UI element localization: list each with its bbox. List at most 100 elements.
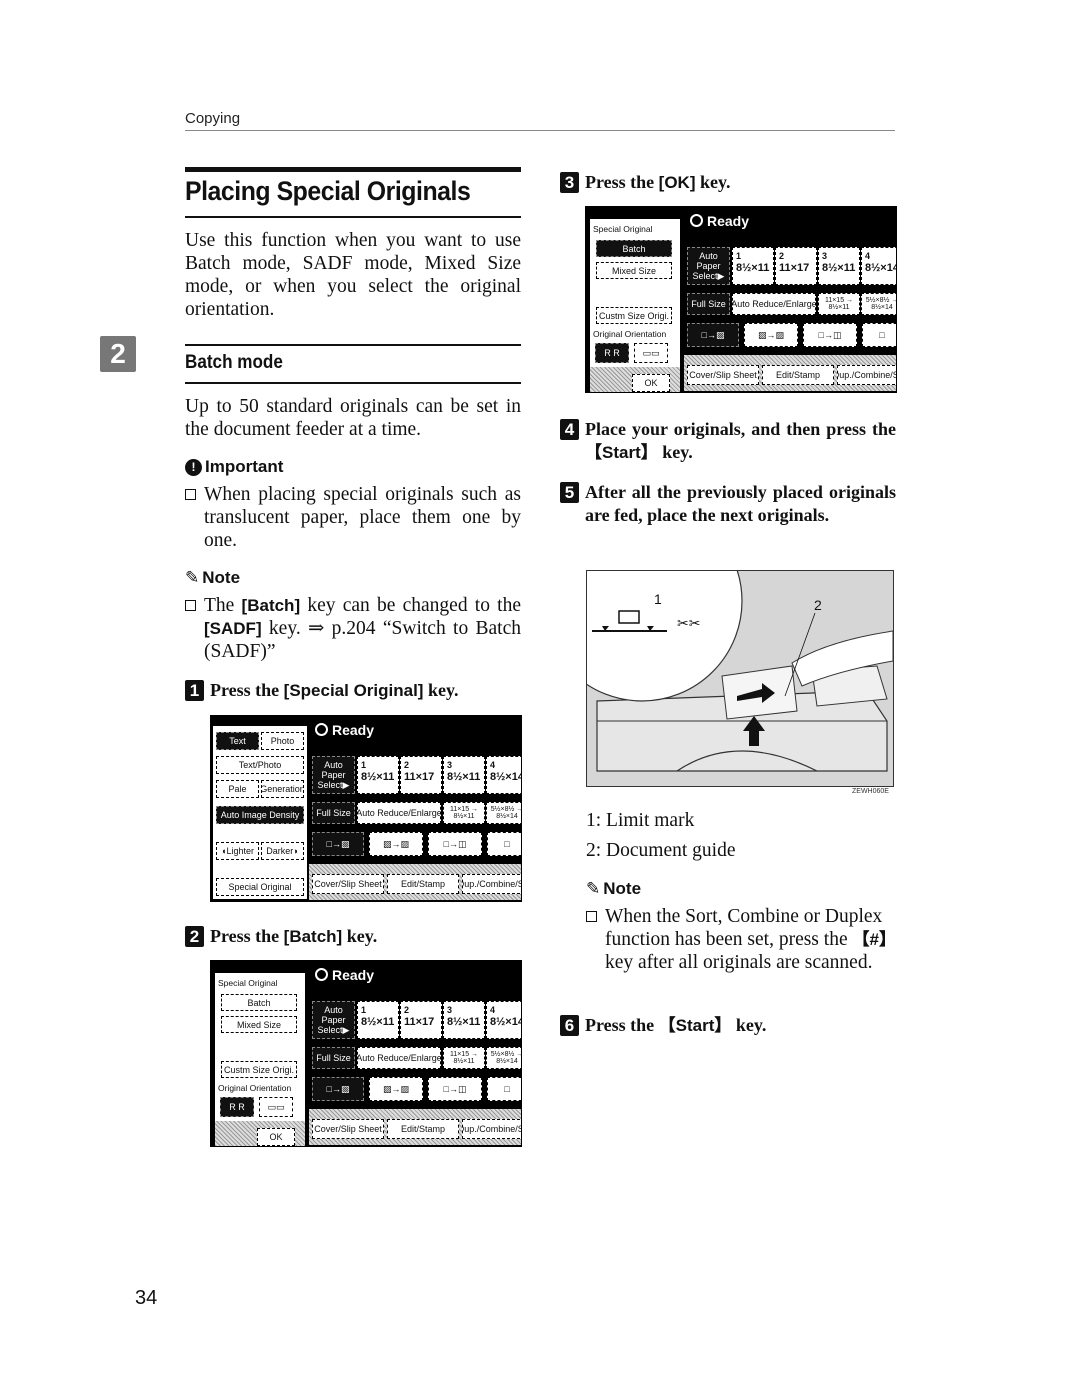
full-size-button[interactable]: Full Size <box>312 1047 355 1069</box>
auto-reduce-enlarge-button[interactable]: Auto Reduce/Enlarge <box>357 802 441 824</box>
orientation-landscape-button[interactable]: ▭▭ <box>259 1097 293 1117</box>
full-size-button[interactable]: Full Size <box>687 293 730 315</box>
orientation-label: Original Orientation <box>218 1083 292 1093</box>
auto-image-density-button[interactable]: Auto Image Density <box>216 806 304 824</box>
duplex-1to2-button[interactable]: □→▨ <box>312 1077 364 1101</box>
header-rule <box>185 130 895 131</box>
edit-stamp-button[interactable]: Edit/Stamp <box>387 874 459 894</box>
note-label: Note <box>603 879 642 898</box>
ratio-button-1[interactable]: 11×15 → 8½×11 <box>443 802 485 824</box>
ready-icon <box>315 968 328 981</box>
page-title: Placing Special Originals <box>185 176 471 206</box>
status-ready: Ready <box>690 213 749 229</box>
copier-panel-batch-selected: Special Original Batch Mixed Size Custm … <box>585 206 897 393</box>
cover-slip-sheet-button[interactable]: Cover/Slip Sheet <box>312 1119 384 1139</box>
pale-button[interactable]: Pale <box>216 780 259 798</box>
combine-button[interactable]: □→◫ <box>428 1077 482 1101</box>
orientation-portrait-button[interactable]: R R <box>595 343 629 363</box>
tray-1-button[interactable]: 1 8½×11 <box>357 1001 399 1039</box>
orientation-landscape-button[interactable]: ▭▭ <box>634 343 668 363</box>
auto-paper-select-button[interactable]: Auto Paper Select▶ <box>312 1001 355 1039</box>
full-size-button[interactable]: Full Size <box>312 802 355 824</box>
step-number: 1 <box>185 680 204 701</box>
ratio-button-1[interactable]: 11×15 → 8½×11 <box>818 293 860 315</box>
text-photo-button[interactable]: Text/Photo <box>216 756 304 774</box>
auto-paper-select-button[interactable]: Auto Paper Select▶ <box>312 756 355 794</box>
tray-3-button[interactable]: 3 8½×11 <box>443 756 485 794</box>
auto-reduce-enlarge-button[interactable]: Auto Reduce/Enlarge <box>732 293 816 315</box>
dup-combine-sort-button[interactable]: Dup./Combine/Sort <box>462 1119 521 1139</box>
section-rule-bottom <box>185 382 521 384</box>
more-duplex-button[interactable]: □ <box>487 1077 521 1101</box>
running-head: Copying <box>185 110 241 127</box>
dup-combine-sort-button[interactable]: Dup./Combine/Sort <box>462 874 521 894</box>
duplex-2to2-button[interactable]: ▨→▨ <box>369 832 423 856</box>
photo-mode-button[interactable]: Photo <box>261 732 304 750</box>
auto-reduce-enlarge-button[interactable]: Auto Reduce/Enlarge <box>357 1047 441 1069</box>
step-6: 6 Press the 【Start】 key. <box>560 1014 896 1037</box>
more-duplex-button[interactable]: □ <box>862 323 896 347</box>
legend-item-2: 2: Document guide <box>586 840 736 861</box>
important-icon: ! <box>185 458 202 476</box>
darker-button[interactable]: Darker◗ <box>261 842 304 860</box>
title-rule-top <box>185 167 521 172</box>
combine-button[interactable]: □→◫ <box>803 323 857 347</box>
figure-code: ZEWH060E <box>852 788 889 795</box>
duplex-1to2-button[interactable]: □→▨ <box>687 323 739 347</box>
batch-button[interactable]: Batch <box>596 240 672 257</box>
edit-stamp-button[interactable]: Edit/Stamp <box>387 1119 459 1139</box>
mixed-size-button[interactable]: Mixed Size <box>596 262 672 279</box>
panel-right: Ready Auto Paper Select▶ 1 8½×11 2 11×17 3… <box>309 716 521 901</box>
special-original-dialog: Special Original Batch Mixed Size Custm … <box>213 971 307 1146</box>
special-original-button[interactable]: Special Original <box>216 878 304 896</box>
generation-button[interactable]: Generation <box>261 780 304 798</box>
custom-size-button[interactable]: Custm Size Origi. <box>221 1061 297 1078</box>
step-number: 6 <box>560 1015 579 1036</box>
tray-3-button[interactable]: 3 8½×11 <box>818 247 860 285</box>
tray-4-button[interactable]: 4 8½×14 <box>861 247 896 285</box>
step-4: 4 Place your originals, and then press t… <box>560 418 896 464</box>
ok-button[interactable]: OK <box>257 1128 295 1146</box>
tray-1-button[interactable]: 1 8½×11 <box>357 756 399 794</box>
step-number: 2 <box>185 926 204 947</box>
tray-3-button[interactable]: 3 8½×11 <box>443 1001 485 1039</box>
batch-button[interactable]: Batch <box>221 994 297 1011</box>
more-duplex-button[interactable]: □ <box>487 832 521 856</box>
edit-stamp-button[interactable]: Edit/Stamp <box>762 365 834 385</box>
duplex-2to2-button[interactable]: ▨→▨ <box>744 323 798 347</box>
tray-4-button[interactable]: 4 8½×14 <box>486 756 521 794</box>
cover-slip-sheet-button[interactable]: Cover/Slip Sheet <box>312 874 384 894</box>
pencil-icon: ✎ <box>586 879 601 898</box>
document-feeder-illustration: ✂✂ 1 2 <box>586 570 894 787</box>
dialog-heading: Special Original <box>218 978 278 988</box>
mixed-size-button[interactable]: Mixed Size <box>221 1016 297 1033</box>
orientation-portrait-button[interactable]: R R <box>220 1097 254 1117</box>
note-heading-2: ✎ Note <box>586 879 641 899</box>
callout-2: 2 <box>814 597 822 613</box>
tray-2-button[interactable]: 2 11×17 <box>400 1001 442 1039</box>
ratio-button-2[interactable]: 5½×8½ → 8½×14 <box>486 1047 521 1069</box>
cover-slip-sheet-button[interactable]: Cover/Slip Sheet <box>687 365 759 385</box>
tray-2-button[interactable]: 2 11×17 <box>400 756 442 794</box>
auto-paper-select-button[interactable]: Auto Paper Select▶ <box>687 247 730 285</box>
dup-combine-sort-button[interactable]: Dup./Combine/Sort <box>837 365 896 385</box>
text-mode-button[interactable]: Text <box>216 732 259 750</box>
ratio-button-1[interactable]: 11×15 → 8½×11 <box>443 1047 485 1069</box>
duplex-2to2-button[interactable]: ▨→▨ <box>369 1077 423 1101</box>
section-heading: Batch mode <box>185 352 283 373</box>
lighter-button[interactable]: ◖Lighter <box>216 842 259 860</box>
combine-button[interactable]: □→◫ <box>428 832 482 856</box>
custom-size-button[interactable]: Custm Size Origi. <box>596 307 672 324</box>
tray-1-button[interactable]: 1 8½×11 <box>732 247 774 285</box>
ok-button[interactable]: OK <box>632 374 670 392</box>
dialog-heading: Special Original <box>593 224 653 234</box>
tray-4-button[interactable]: 4 8½×14 <box>486 1001 521 1039</box>
tray-2-button[interactable]: 2 11×17 <box>775 247 817 285</box>
special-original-dialog: Special Original Batch Mixed Size Custm … <box>588 217 682 392</box>
orientation-label: Original Orientation <box>593 329 667 339</box>
panel-right: Ready Auto Paper Select▶ 1 8½×11 2 11×17 3… <box>684 207 896 392</box>
duplex-1to2-button[interactable]: □→▨ <box>312 832 364 856</box>
ratio-button-2[interactable]: 5½×8½ → 8½×14 <box>861 293 896 315</box>
section-rule-top <box>185 344 521 346</box>
ratio-button-2[interactable]: 5½×8½ → 8½×14 <box>486 802 521 824</box>
